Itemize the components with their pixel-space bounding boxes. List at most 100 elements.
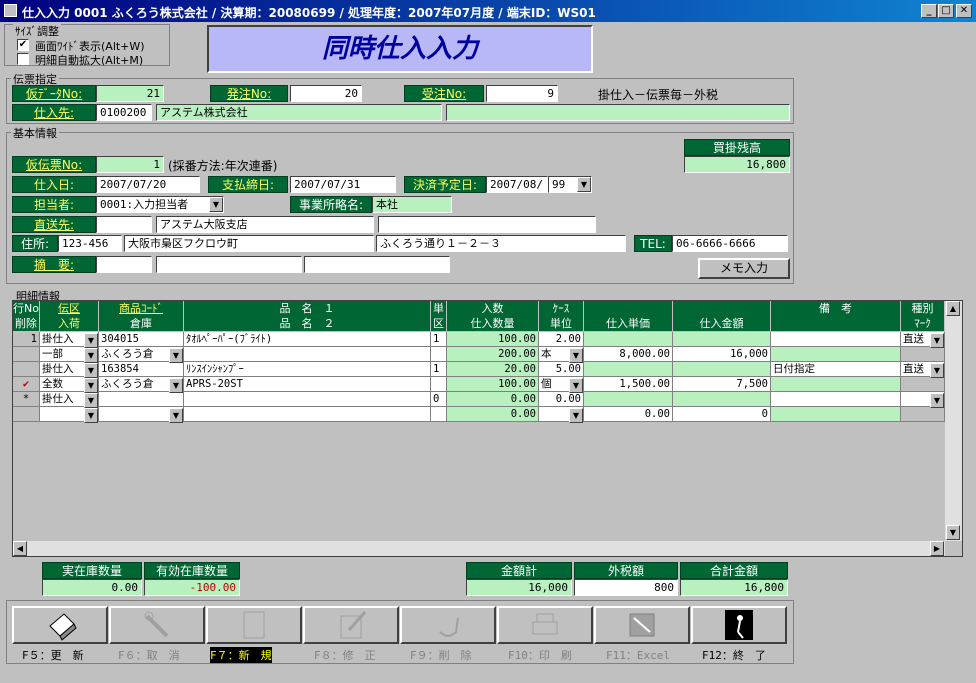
tanto-select[interactable]: 0001:入力担当者 (96, 196, 224, 213)
modify-button[interactable] (303, 606, 399, 644)
scroll-up-icon[interactable]: ▲ (946, 301, 960, 316)
row2-hin2[interactable]: APRS-20ST (184, 377, 431, 392)
printer-icon (532, 613, 558, 635)
row3-qty[interactable]: 0.00 (447, 407, 539, 422)
row1-biko[interactable] (771, 332, 901, 347)
row1-code[interactable]: 304015 (99, 332, 184, 347)
scroll-left-icon[interactable]: ◀ (13, 541, 27, 556)
direct-name-field[interactable]: アステム大阪支店 (156, 216, 374, 233)
exit-door-icon (725, 610, 753, 640)
horizontal-scrollbar[interactable]: ◀ ▶ (13, 541, 945, 556)
excel-button[interactable] (594, 606, 690, 644)
fkey-f6: F６：取 消 (118, 649, 180, 662)
address1-field[interactable]: 大阪市梟区フクロウ町 (124, 235, 374, 252)
detail-auto-checkbox[interactable] (17, 53, 29, 65)
kessai-day-dropdown-icon[interactable]: ▼ (577, 177, 591, 192)
row1-delete-checkbox[interactable] (13, 347, 40, 362)
row3-hin1[interactable] (184, 392, 431, 407)
print-button[interactable] (497, 606, 593, 644)
tax-field[interactable]: 800 (574, 579, 678, 596)
row3-biko[interactable] (771, 392, 901, 407)
row3-shubetsu-dropdown-icon[interactable]: ▼ (930, 393, 944, 408)
tel-field[interactable]: 06-6666-6666 (672, 235, 788, 252)
col-sakujo: 削除 (13, 316, 40, 331)
row3-delete-checkbox[interactable] (13, 407, 40, 422)
memo-field-1[interactable] (96, 256, 152, 273)
row3-price[interactable]: 0.00 (584, 407, 673, 422)
juchu-field[interactable]: 9 (486, 85, 558, 102)
direct-label: 直送先: (12, 216, 96, 233)
row3-nyuka-dropdown-icon[interactable]: ▼ (84, 408, 98, 423)
row3-case[interactable]: 0.00 (539, 392, 584, 407)
maximize-button[interactable]: □ (938, 4, 954, 18)
screen-wide-checkbox[interactable]: ✔ (17, 39, 29, 51)
row2-soko-dropdown-icon[interactable]: ▼ (169, 378, 183, 393)
row1-irisu[interactable]: 100.00 (447, 332, 539, 347)
delete-button[interactable] (400, 606, 496, 644)
memo-input-button[interactable]: メモ入力 (698, 258, 790, 279)
row1-hin1[interactable]: ﾀｵﾙﾍﾟｰﾊﾟｰ(ﾌﾞﾗｲﾄ) (184, 332, 431, 347)
row1-case[interactable]: 2.00 (539, 332, 584, 347)
row1-hin2[interactable] (184, 347, 431, 362)
minimize-button[interactable]: _ (921, 4, 937, 18)
kari-data-field[interactable]: 21 (96, 85, 164, 102)
cancel-button[interactable] (109, 606, 205, 644)
row2-price[interactable]: 1,500.00 (584, 377, 673, 392)
row1-ku[interactable]: 1 (431, 332, 447, 347)
col-amount: 仕入金額 (673, 316, 771, 331)
new-button[interactable] (206, 606, 302, 644)
vertical-scrollbar[interactable]: ▲ ▼ (945, 301, 962, 541)
row3-irisu[interactable]: 0.00 (447, 392, 539, 407)
row2-code[interactable]: 163854 (99, 362, 184, 377)
row1-soko-dropdown-icon[interactable]: ▼ (169, 348, 183, 363)
row3-unit-dropdown-icon[interactable]: ▼ (569, 408, 583, 423)
row3-denku-dropdown-icon[interactable]: ▼ (84, 393, 98, 408)
tanto-dropdown-icon[interactable]: ▼ (209, 197, 223, 212)
kessai-date-field[interactable]: 2007/08/ (486, 176, 548, 193)
kessai-label: 決済予定日: (404, 176, 486, 193)
hatchu-field[interactable]: 20 (290, 85, 362, 102)
memo-field-3[interactable] (304, 256, 450, 273)
row2-case[interactable]: 5.00 (539, 362, 584, 377)
row3-soko-dropdown-icon[interactable]: ▼ (169, 408, 183, 423)
row1-shubetsu-dropdown-icon[interactable]: ▼ (930, 333, 944, 348)
shime-date-field[interactable]: 2007/07/31 (290, 176, 396, 193)
update-button[interactable] (12, 606, 108, 644)
shiire-date-field[interactable]: 2007/07/20 (96, 176, 200, 193)
row3-ku[interactable]: 0 (431, 392, 447, 407)
direct-code-field[interactable] (96, 216, 152, 233)
row2-qty[interactable]: 100.00 (447, 377, 539, 392)
tanto-label: 担当者: (12, 196, 96, 213)
row2-nyuka-dropdown-icon[interactable]: ▼ (84, 378, 98, 393)
address2-field[interactable]: ふくろう通り１－２－３ (376, 235, 626, 252)
row2-amount[interactable]: 7,500 (673, 377, 771, 392)
memo-field-2[interactable] (156, 256, 302, 273)
row2-shubetsu-dropdown-icon[interactable]: ▼ (930, 363, 944, 378)
row1-price[interactable]: 8,000.00 (584, 347, 673, 362)
direct-extra-field[interactable] (378, 216, 596, 233)
row2-unit-dropdown-icon[interactable]: ▼ (569, 378, 583, 393)
detail-auto-label: 明細自動拡大(Alt+M) (35, 54, 144, 67)
close-button[interactable]: ✕ (956, 4, 972, 18)
row1-qty[interactable]: 200.00 (447, 347, 539, 362)
zip-field[interactable]: 123-456 (58, 235, 122, 252)
row2-delete-checkbox[interactable]: ✔ (13, 377, 40, 392)
row2-hin1[interactable]: ﾘﾝｽｲﾝｼｬﾝﾌﾟｰ (184, 362, 431, 377)
row2-irisu[interactable]: 20.00 (447, 362, 539, 377)
row3-hin2[interactable] (184, 407, 431, 422)
row1-denku-dropdown-icon[interactable]: ▼ (84, 333, 98, 348)
exit-button[interactable] (691, 606, 787, 644)
row1-amount[interactable]: 16,000 (673, 347, 771, 362)
row2-denku-dropdown-icon[interactable]: ▼ (84, 363, 98, 378)
supplier-code-field[interactable]: 0100200 (96, 104, 152, 121)
recycle-icon (439, 617, 459, 637)
row2-biko[interactable]: 日付指定 (771, 362, 901, 377)
row1-unit-dropdown-icon[interactable]: ▼ (569, 348, 583, 363)
row3-amount[interactable]: 0 (673, 407, 771, 422)
kari-slip-field[interactable]: 1 (96, 156, 164, 173)
scroll-right-icon[interactable]: ▶ (930, 541, 944, 556)
row3-code[interactable] (99, 392, 184, 407)
scroll-down-icon[interactable]: ▼ (946, 525, 960, 540)
row2-ku[interactable]: 1 (431, 362, 447, 377)
row1-nyuka-dropdown-icon[interactable]: ▼ (84, 348, 98, 363)
